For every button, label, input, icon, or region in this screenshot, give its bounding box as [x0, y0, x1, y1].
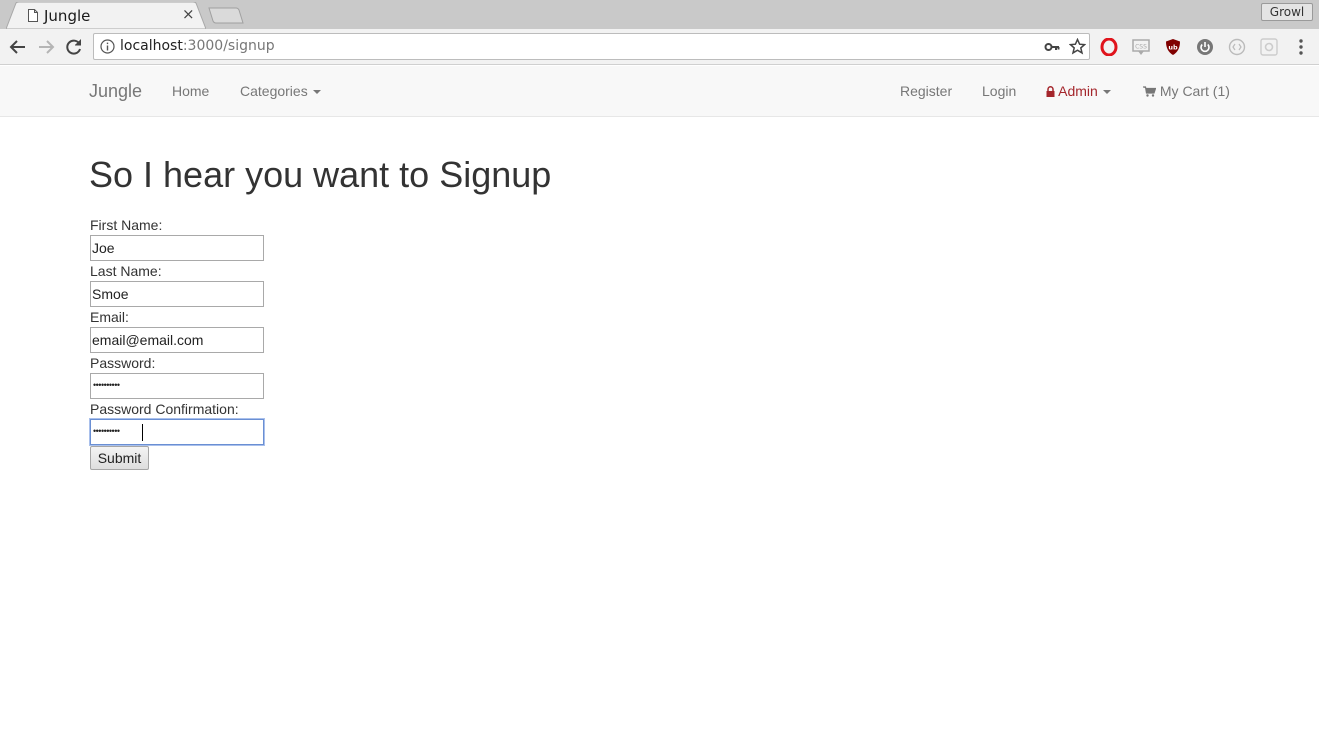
submit-button[interactable]: Submit — [90, 446, 149, 470]
browser-tab-jungle[interactable]: Jungle × — [6, 2, 206, 29]
nav-categories-dropdown[interactable]: Categories — [240, 83, 321, 99]
nav-categories-label: Categories — [240, 83, 308, 99]
password-mask: •••••••••• — [93, 380, 120, 390]
code-extension-icon[interactable] — [1228, 38, 1246, 56]
lock-icon — [1046, 86, 1055, 97]
tab-close-icon[interactable]: × — [182, 7, 195, 22]
nav-admin-dropdown[interactable]: Admin — [1046, 83, 1111, 99]
key-icon[interactable] — [1044, 40, 1060, 54]
forward-arrow-icon[interactable] — [36, 37, 56, 57]
url-text: localhost:3000/signup — [120, 38, 275, 54]
opera-extension-icon[interactable] — [1100, 38, 1118, 56]
address-bar[interactable]: localhost:3000/signup — [93, 33, 1090, 60]
svg-text:ub: ub — [1168, 44, 1178, 52]
nav-home-link[interactable]: Home — [172, 83, 209, 99]
caret-down-icon — [312, 90, 321, 95]
password-field[interactable]: •••••••••• — [90, 373, 264, 399]
tab-title: Jungle — [44, 7, 91, 25]
first-name-label: First Name: — [90, 217, 163, 233]
page-icon — [28, 9, 38, 22]
browser-toolbar: localhost:3000/signup CSS ub — [0, 29, 1319, 65]
back-arrow-icon[interactable] — [8, 37, 28, 57]
nav-cart-label: My Cart (1) — [1159, 83, 1230, 99]
bookmark-star-icon[interactable] — [1069, 38, 1086, 55]
text-cursor — [142, 424, 143, 441]
site-navbar: Jungle Home Categories Register Login Ad… — [0, 66, 1319, 117]
url-path: :3000/signup — [182, 38, 275, 54]
last-name-label: Last Name: — [90, 263, 162, 279]
caret-down-icon — [1102, 90, 1111, 95]
power-icon[interactable] — [1196, 38, 1214, 56]
nav-cart-link[interactable]: My Cart (1) — [1143, 83, 1230, 99]
nav-admin-label: Admin — [1058, 83, 1098, 99]
page-title: So I hear you want to Signup — [89, 154, 552, 195]
info-icon[interactable] — [100, 39, 115, 54]
css-extension-icon[interactable]: CSS — [1132, 38, 1150, 56]
password-confirmation-mask: •••••••••• — [93, 426, 120, 436]
browser-menu-icon[interactable] — [1294, 38, 1308, 56]
password-label: Password: — [90, 355, 156, 371]
password-confirmation-field[interactable]: •••••••••• — [90, 419, 264, 445]
shopping-cart-icon — [1143, 86, 1156, 97]
email-field[interactable] — [90, 327, 264, 353]
nav-register-link[interactable]: Register — [900, 83, 952, 99]
nav-login-link[interactable]: Login — [982, 83, 1016, 99]
url-host: localhost — [120, 38, 183, 54]
email-label: Email: — [90, 309, 129, 325]
brand-link[interactable]: Jungle — [89, 81, 142, 102]
first-name-field[interactable] — [90, 235, 264, 261]
gear-extension-icon[interactable] — [1260, 38, 1278, 56]
ublock-shield-icon[interactable]: ub — [1164, 38, 1182, 56]
tab-strip: Jungle × Growl — [0, 0, 1319, 29]
password-confirmation-label: Password Confirmation: — [90, 401, 239, 417]
new-tab-button[interactable] — [208, 7, 244, 24]
svg-text:CSS: CSS — [1135, 44, 1147, 51]
reload-icon[interactable] — [64, 37, 84, 57]
last-name-field[interactable] — [90, 281, 264, 307]
growl-button[interactable]: Growl — [1261, 3, 1313, 21]
